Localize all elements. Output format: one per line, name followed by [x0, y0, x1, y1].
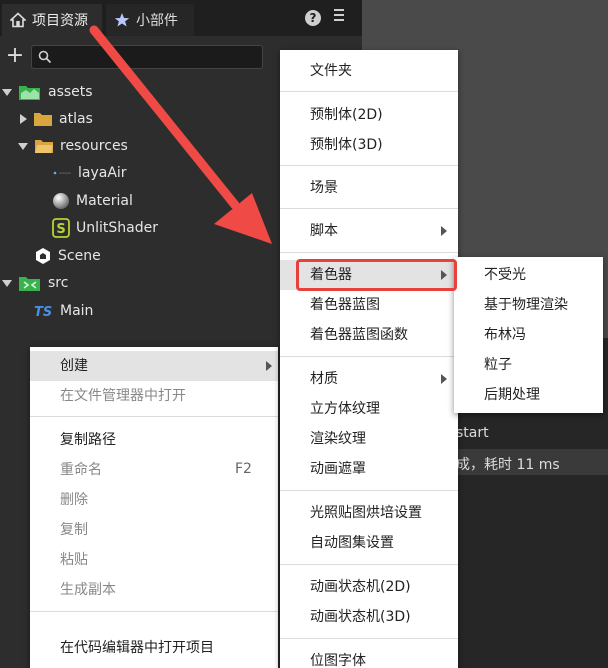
menu-item-paste[interactable]: 粘贴 [30, 545, 88, 575]
search-icon [38, 50, 52, 64]
material-sphere-icon [53, 193, 69, 209]
menu-item-auto-atlas[interactable]: 自动图集设置 [280, 528, 394, 558]
menu-separator [280, 165, 458, 166]
menu-separator [30, 611, 278, 612]
menu-item-shader-blueprint-function[interactable]: 着色器蓝图函数 [280, 320, 408, 350]
svg-text:S: S [56, 222, 65, 237]
menu-item-unlit[interactable]: 不受光 [454, 260, 526, 290]
plus-icon[interactable]: + [5, 42, 25, 70]
search-input[interactable] [56, 48, 256, 66]
help-icon[interactable]: ? [305, 10, 321, 26]
tree-node-unlitshader[interactable]: S UnlitShader [52, 215, 158, 241]
context-menu: 创建 在文件管理器中打开 复制路径 重命名 F2 删除 复制 粘贴 生成副本 在… [30, 347, 278, 668]
menu-item-delete[interactable]: 删除 [30, 485, 88, 515]
menu-item-prefab-2d[interactable]: 预制体(2D) [280, 100, 383, 130]
tab-project-label: 项目资源 [32, 13, 88, 29]
menu-item-animator-3d[interactable]: 动画状态机(3D) [280, 602, 411, 632]
menu-separator [30, 416, 278, 417]
tab-widgets-label: 小部件 [136, 13, 178, 29]
menu-item-render-texture[interactable]: 渲染纹理 [280, 424, 366, 454]
scene-icon [36, 248, 50, 264]
folder-icon [34, 113, 52, 126]
tab-bar: 项目资源 小部件 ? [0, 0, 362, 36]
menu-item-copy[interactable]: 复制 [30, 515, 88, 545]
menu-item-blinn-phong[interactable]: 布林冯 [454, 320, 526, 350]
expand-arrow-icon[interactable] [18, 142, 28, 150]
tree-node-label: Material [76, 193, 133, 209]
tree-node-assets[interactable]: assets [2, 79, 93, 105]
menu-item-copy-path[interactable]: 复制路径 [30, 425, 116, 455]
menu-item-material[interactable]: 材质 [280, 364, 338, 394]
menu-item-animation-mask[interactable]: 动画遮罩 [280, 454, 366, 484]
tree-node-atlas[interactable]: atlas [20, 106, 93, 132]
menu-item-create[interactable]: 创建 [30, 351, 88, 381]
console-line-start: start [456, 425, 489, 441]
tree-node-label: Scene [58, 248, 101, 264]
typescript-icon: TS [34, 305, 52, 319]
collapse-arrow-icon[interactable] [20, 114, 27, 124]
menu-item-lightmap-bake[interactable]: 光照贴图烘培设置 [280, 498, 422, 528]
expand-arrow-icon[interactable] [2, 279, 12, 287]
submenu-arrow-icon [266, 361, 272, 371]
menu-item-animator-2d[interactable]: 动画状态机(2D) [280, 572, 411, 602]
menu-separator [280, 356, 458, 357]
menu-separator [280, 490, 458, 491]
search-box[interactable] [31, 45, 263, 69]
menu-separator [280, 208, 458, 209]
tree-node-label: resources [60, 138, 128, 154]
menu-item-cube-texture[interactable]: 立方体纹理 [280, 394, 380, 424]
menu-item-duplicate[interactable]: 生成副本 [30, 575, 116, 605]
tree-node-label: atlas [59, 111, 93, 127]
more-icon[interactable] [334, 9, 344, 23]
folder-src-icon [19, 277, 40, 291]
file-icon [53, 171, 71, 175]
menu-item-prefab-3d[interactable]: 预制体(3D) [280, 130, 383, 160]
menu-item-folder[interactable]: 文件夹 [280, 56, 352, 86]
star-icon [114, 13, 130, 27]
tree-node-label: assets [48, 84, 93, 100]
tree-node-scene[interactable]: Scene [34, 243, 101, 269]
shader-submenu: 不受光 基于物理渲染 布林冯 粒子 后期处理 [454, 257, 603, 413]
menu-separator [280, 638, 458, 639]
folder-open-icon [35, 140, 53, 153]
tree-node-material[interactable]: Material [52, 188, 133, 214]
tab-project-assets[interactable]: 项目资源 [2, 4, 102, 36]
svg-text:TS: TS [34, 305, 52, 319]
highlight-box [296, 259, 457, 291]
shortcut-rename: F2 [235, 461, 252, 477]
submenu-arrow-icon [441, 374, 447, 384]
menu-item-rename[interactable]: 重命名 [30, 455, 102, 485]
menu-item-open-code-editor[interactable]: 在代码编辑器中打开项目 [30, 633, 214, 663]
menu-separator [280, 252, 458, 253]
menu-separator [280, 564, 458, 565]
shader-file-icon: S [52, 218, 70, 238]
menu-item-bitmap-font[interactable]: 位图字体 [280, 646, 366, 668]
menu-item-scene[interactable]: 场景 [280, 173, 338, 203]
console-line-done: 成，耗时 11 ms [456, 457, 560, 473]
tree-node-layaair[interactable]: layaAir [52, 160, 127, 186]
menu-item-open-file-manager[interactable]: 在文件管理器中打开 [30, 381, 186, 411]
submenu-arrow-icon [441, 226, 447, 236]
create-submenu: 文件夹 预制体(2D) 预制体(3D) 场景 脚本 着色器 着色器蓝图 着色器蓝… [280, 50, 458, 668]
menu-item-script[interactable]: 脚本 [280, 216, 338, 246]
menu-item-post-process[interactable]: 后期处理 [454, 380, 540, 410]
menu-item-shader-blueprint[interactable]: 着色器蓝图 [280, 290, 380, 320]
tree-node-resources[interactable]: resources [18, 133, 128, 159]
tree-node-label: src [48, 275, 69, 291]
menu-item-pbr[interactable]: 基于物理渲染 [454, 290, 568, 320]
tree-node-label: layaAir [78, 165, 127, 181]
tree-node-label: Main [60, 303, 94, 319]
tree-node-label: UnlitShader [76, 220, 158, 236]
menu-item-particle[interactable]: 粒子 [454, 350, 512, 380]
tree-node-src[interactable]: src [2, 270, 68, 296]
tab-widgets[interactable]: 小部件 [106, 4, 194, 36]
home-icon [10, 12, 26, 28]
tree-node-main[interactable]: TS Main [34, 298, 93, 324]
folder-assets-icon [19, 86, 40, 100]
menu-separator [280, 91, 458, 92]
expand-arrow-icon[interactable] [2, 88, 12, 96]
